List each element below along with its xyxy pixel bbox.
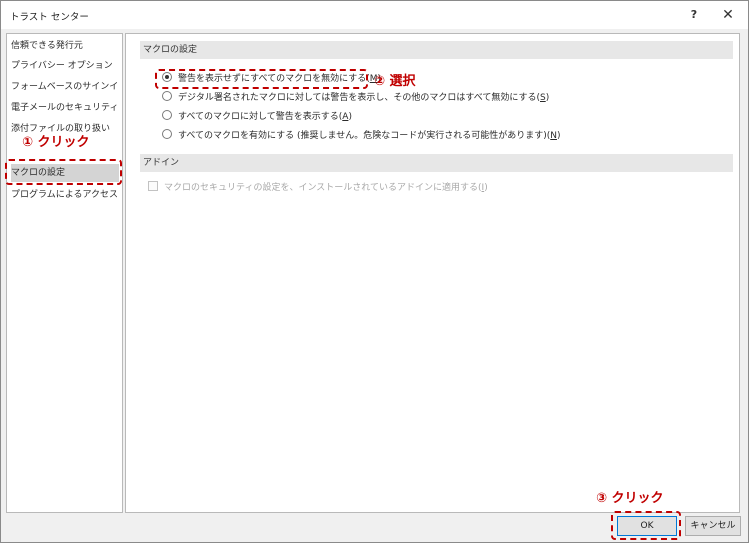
main-content: マクロの設定 警告を表示せずにすべてのマクロを無効にする(M) デジタル署名され… xyxy=(125,33,740,513)
help-icon[interactable]: ? xyxy=(685,6,703,24)
radio-button[interactable] xyxy=(162,91,172,101)
radio-label: デジタル署名されたマクロに対しては警告を表示し、その他のマクロはすべて無効にする… xyxy=(178,93,540,103)
radio-disable-with-notification[interactable]: すべてのマクロに対して警告を表示する(A) xyxy=(162,109,352,125)
annotation-highlight-ok xyxy=(611,511,681,540)
annotation-step3: ③ クリック xyxy=(596,491,664,506)
close-icon[interactable]: ✕ xyxy=(717,5,739,25)
access-key: N xyxy=(550,131,557,141)
radio-label: すべてのマクロを有効にする (推奨しません。危険なコードが実行される可能性があり… xyxy=(178,131,551,141)
sidebar-item-trusted-publishers[interactable]: 信頼できる発行元 xyxy=(11,37,119,55)
radio-label: すべてのマクロに対して警告を表示する( xyxy=(178,112,343,122)
sidebar-item-privacy-options[interactable]: プライバシー オプション xyxy=(11,57,119,75)
annotation-highlight-macro-settings xyxy=(5,159,122,185)
addin-header: アドイン xyxy=(140,154,733,172)
macro-settings-header: マクロの設定 xyxy=(140,41,733,59)
annotation-step2: ② 選択 xyxy=(374,74,416,89)
sidebar-item-form-based-signin[interactable]: フォームベースのサインイン xyxy=(11,78,119,96)
annotation-highlight-selected-radio xyxy=(155,69,368,89)
sidebar-item-programmatic-access[interactable]: プログラムによるアクセス xyxy=(11,186,119,204)
annotation-step1: ① クリック xyxy=(22,135,90,150)
sidebar: 信頼できる発行元 プライバシー オプション フォームベースのサインイン 電子メー… xyxy=(6,33,123,513)
radio-button[interactable] xyxy=(162,129,172,139)
checkbox-label: マクロのセキュリティの設定を、インストールされているアドインに適用する( xyxy=(164,183,482,193)
addin-macro-checkbox-row: マクロのセキュリティの設定を、インストールされているアドインに適用する(I) xyxy=(148,180,488,196)
cancel-button[interactable]: キャンセル xyxy=(685,516,741,536)
sidebar-item-email-security[interactable]: 電子メールのセキュリティ xyxy=(11,99,119,117)
radio-button[interactable] xyxy=(162,110,172,120)
radio-disable-except-signed[interactable]: デジタル署名されたマクロに対しては警告を表示し、その他のマクロはすべて無効にする… xyxy=(162,90,549,106)
title-bar: トラスト センター ? ✕ xyxy=(1,1,748,29)
window-title: トラスト センター xyxy=(10,12,89,23)
checkbox-disabled xyxy=(148,181,158,191)
radio-enable-all[interactable]: すべてのマクロを有効にする (推奨しません。危険なコードが実行される可能性があり… xyxy=(162,128,560,144)
